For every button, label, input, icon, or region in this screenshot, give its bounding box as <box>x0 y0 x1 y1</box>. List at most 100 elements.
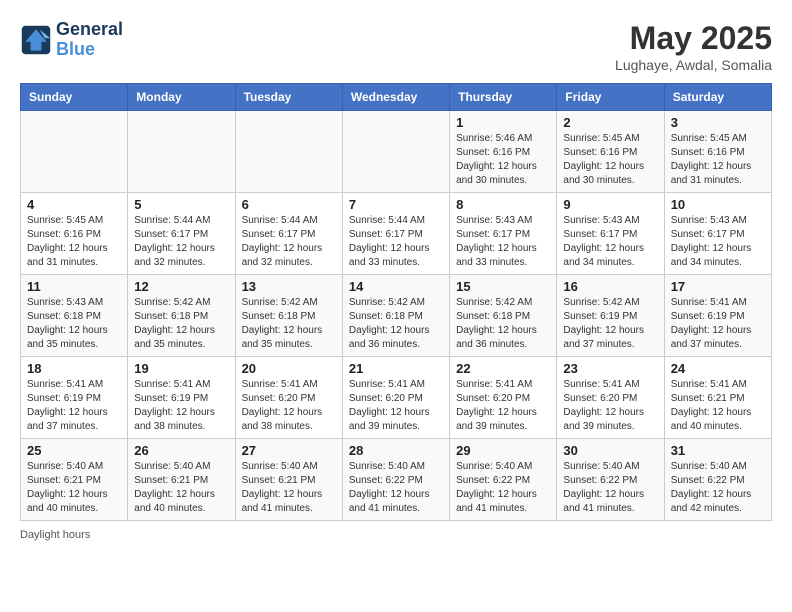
day-number: 27 <box>242 443 336 458</box>
day-info: Sunrise: 5:40 AM Sunset: 6:21 PM Dayligh… <box>27 460 121 516</box>
calendar-cell: 1 Sunrise: 5:46 AM Sunset: 6:16 PM Daylig… <box>450 111 557 193</box>
calendar-cell: 26 Sunrise: 5:40 AM Sunset: 6:21 PM Dayli… <box>128 439 235 521</box>
day-number: 12 <box>134 279 228 294</box>
calendar-cell: 27 Sunrise: 5:40 AM Sunset: 6:21 PM Dayli… <box>235 439 342 521</box>
day-number: 23 <box>563 361 657 376</box>
day-info: Sunrise: 5:41 AM Sunset: 6:20 PM Dayligh… <box>349 378 443 434</box>
day-number: 28 <box>349 443 443 458</box>
day-number: 22 <box>456 361 550 376</box>
weekday-sunday: Sunday <box>21 84 128 111</box>
logo-line2: Blue <box>56 40 123 60</box>
day-number: 16 <box>563 279 657 294</box>
page-header: General Blue May 2025 Lughaye, Awdal, So… <box>20 20 772 73</box>
week-row-4: 18Sunrise: 5:41 AM Sunset: 6:19 PM Dayli… <box>21 357 772 439</box>
day-number: 19 <box>134 361 228 376</box>
weekday-wednesday: Wednesday <box>342 84 449 111</box>
day-number: 1 <box>456 115 550 130</box>
day-number: 6 <box>242 197 336 212</box>
day-number: 31 <box>671 443 765 458</box>
day-number: 5 <box>134 197 228 212</box>
calendar-cell: 16 Sunrise: 5:42 AM Sunset: 6:19 PM Dayli… <box>557 275 664 357</box>
calendar-cell: 20 Sunrise: 5:41 AM Sunset: 6:20 PM Dayli… <box>235 357 342 439</box>
calendar-cell: 10 Sunrise: 5:43 AM Sunset: 6:17 PM Dayli… <box>664 193 771 275</box>
day-number: 2 <box>563 115 657 130</box>
day-number: 4 <box>27 197 121 212</box>
day-number: 13 <box>242 279 336 294</box>
day-info: Sunrise: 5:46 AM Sunset: 6:16 PM Dayligh… <box>456 132 550 188</box>
day-info: Sunrise: 5:41 AM Sunset: 6:20 PM Dayligh… <box>563 378 657 434</box>
day-info: Sunrise: 5:42 AM Sunset: 6:19 PM Dayligh… <box>563 296 657 352</box>
day-info: Sunrise: 5:41 AM Sunset: 6:19 PM Dayligh… <box>671 296 765 352</box>
day-number: 29 <box>456 443 550 458</box>
day-number: 9 <box>563 197 657 212</box>
day-info: Sunrise: 5:40 AM Sunset: 6:22 PM Dayligh… <box>349 460 443 516</box>
weekday-thursday: Thursday <box>450 84 557 111</box>
day-info: Sunrise: 5:45 AM Sunset: 6:16 PM Dayligh… <box>563 132 657 188</box>
day-number: 14 <box>349 279 443 294</box>
week-row-3: 11Sunrise: 5:43 AM Sunset: 6:18 PM Dayli… <box>21 275 772 357</box>
day-info: Sunrise: 5:42 AM Sunset: 6:18 PM Dayligh… <box>456 296 550 352</box>
day-info: Sunrise: 5:40 AM Sunset: 6:22 PM Dayligh… <box>671 460 765 516</box>
day-info: Sunrise: 5:43 AM Sunset: 6:17 PM Dayligh… <box>671 214 765 270</box>
day-number: 8 <box>456 197 550 212</box>
day-info: Sunrise: 5:43 AM Sunset: 6:17 PM Dayligh… <box>456 214 550 270</box>
day-info: Sunrise: 5:40 AM Sunset: 6:21 PM Dayligh… <box>134 460 228 516</box>
day-info: Sunrise: 5:45 AM Sunset: 6:16 PM Dayligh… <box>27 214 121 270</box>
day-number: 17 <box>671 279 765 294</box>
day-info: Sunrise: 5:44 AM Sunset: 6:17 PM Dayligh… <box>349 214 443 270</box>
calendar-cell: 13 Sunrise: 5:42 AM Sunset: 6:18 PM Dayli… <box>235 275 342 357</box>
calendar-cell: 11Sunrise: 5:43 AM Sunset: 6:18 PM Dayli… <box>21 275 128 357</box>
day-number: 20 <box>242 361 336 376</box>
day-info: Sunrise: 5:41 AM Sunset: 6:19 PM Dayligh… <box>27 378 121 434</box>
day-number: 26 <box>134 443 228 458</box>
title-block: May 2025 Lughaye, Awdal, Somalia <box>615 20 772 73</box>
day-info: Sunrise: 5:41 AM Sunset: 6:20 PM Dayligh… <box>242 378 336 434</box>
day-info: Sunrise: 5:40 AM Sunset: 6:22 PM Dayligh… <box>563 460 657 516</box>
logo-line1: General <box>56 20 123 40</box>
calendar-cell: 25 Sunrise: 5:40 AM Sunset: 6:21 PM Dayli… <box>21 439 128 521</box>
weekday-friday: Friday <box>557 84 664 111</box>
calendar-cell: 14Sunrise: 5:42 AM Sunset: 6:18 PM Dayli… <box>342 275 449 357</box>
day-number: 15 <box>456 279 550 294</box>
calendar-cell: 31 Sunrise: 5:40 AM Sunset: 6:22 PM Dayli… <box>664 439 771 521</box>
calendar-cell: 8 Sunrise: 5:43 AM Sunset: 6:17 PM Daylig… <box>450 193 557 275</box>
calendar-cell: 15 Sunrise: 5:42 AM Sunset: 6:18 PM Dayli… <box>450 275 557 357</box>
logo-text: General Blue <box>56 20 123 60</box>
calendar-cell: 7 Sunrise: 5:44 AM Sunset: 6:17 PM Daylig… <box>342 193 449 275</box>
calendar-cell: 9 Sunrise: 5:43 AM Sunset: 6:17 PM Daylig… <box>557 193 664 275</box>
calendar-cell: 3 Sunrise: 5:45 AM Sunset: 6:16 PM Daylig… <box>664 111 771 193</box>
calendar-body: 1 Sunrise: 5:46 AM Sunset: 6:16 PM Daylig… <box>21 111 772 521</box>
day-number: 7 <box>349 197 443 212</box>
calendar-cell: 28 Sunrise: 5:40 AM Sunset: 6:22 PM Dayli… <box>342 439 449 521</box>
day-info: Sunrise: 5:42 AM Sunset: 6:18 PM Dayligh… <box>242 296 336 352</box>
week-row-5: 25 Sunrise: 5:40 AM Sunset: 6:21 PM Dayli… <box>21 439 772 521</box>
day-info: Sunrise: 5:43 AM Sunset: 6:17 PM Dayligh… <box>563 214 657 270</box>
day-info: Sunrise: 5:45 AM Sunset: 6:16 PM Dayligh… <box>671 132 765 188</box>
week-row-1: 1 Sunrise: 5:46 AM Sunset: 6:16 PM Daylig… <box>21 111 772 193</box>
calendar-header: SundayMondayTuesdayWednesdayThursdayFrid… <box>21 84 772 111</box>
day-number: 21 <box>349 361 443 376</box>
calendar-cell: 17 Sunrise: 5:41 AM Sunset: 6:19 PM Dayli… <box>664 275 771 357</box>
day-info: Sunrise: 5:41 AM Sunset: 6:19 PM Dayligh… <box>134 378 228 434</box>
location: Lughaye, Awdal, Somalia <box>615 57 772 73</box>
day-info: Sunrise: 5:41 AM Sunset: 6:20 PM Dayligh… <box>456 378 550 434</box>
day-info: Sunrise: 5:40 AM Sunset: 6:22 PM Dayligh… <box>456 460 550 516</box>
calendar-cell: 6 Sunrise: 5:44 AM Sunset: 6:17 PM Daylig… <box>235 193 342 275</box>
day-info: Sunrise: 5:44 AM Sunset: 6:17 PM Dayligh… <box>242 214 336 270</box>
day-number: 10 <box>671 197 765 212</box>
calendar-cell: 30Sunrise: 5:40 AM Sunset: 6:22 PM Dayli… <box>557 439 664 521</box>
day-number: 11 <box>27 279 121 294</box>
day-number: 3 <box>671 115 765 130</box>
calendar-cell <box>21 111 128 193</box>
weekday-monday: Monday <box>128 84 235 111</box>
calendar-cell <box>128 111 235 193</box>
calendar-cell: 19 Sunrise: 5:41 AM Sunset: 6:19 PM Dayli… <box>128 357 235 439</box>
calendar-cell: 12Sunrise: 5:42 AM Sunset: 6:18 PM Dayli… <box>128 275 235 357</box>
calendar-cell: 29 Sunrise: 5:40 AM Sunset: 6:22 PM Dayli… <box>450 439 557 521</box>
day-info: Sunrise: 5:40 AM Sunset: 6:21 PM Dayligh… <box>242 460 336 516</box>
day-number: 25 <box>27 443 121 458</box>
calendar-cell <box>235 111 342 193</box>
day-info: Sunrise: 5:44 AM Sunset: 6:17 PM Dayligh… <box>134 214 228 270</box>
calendar-cell: 23 Sunrise: 5:41 AM Sunset: 6:20 PM Dayli… <box>557 357 664 439</box>
calendar-cell: 18Sunrise: 5:41 AM Sunset: 6:19 PM Dayli… <box>21 357 128 439</box>
